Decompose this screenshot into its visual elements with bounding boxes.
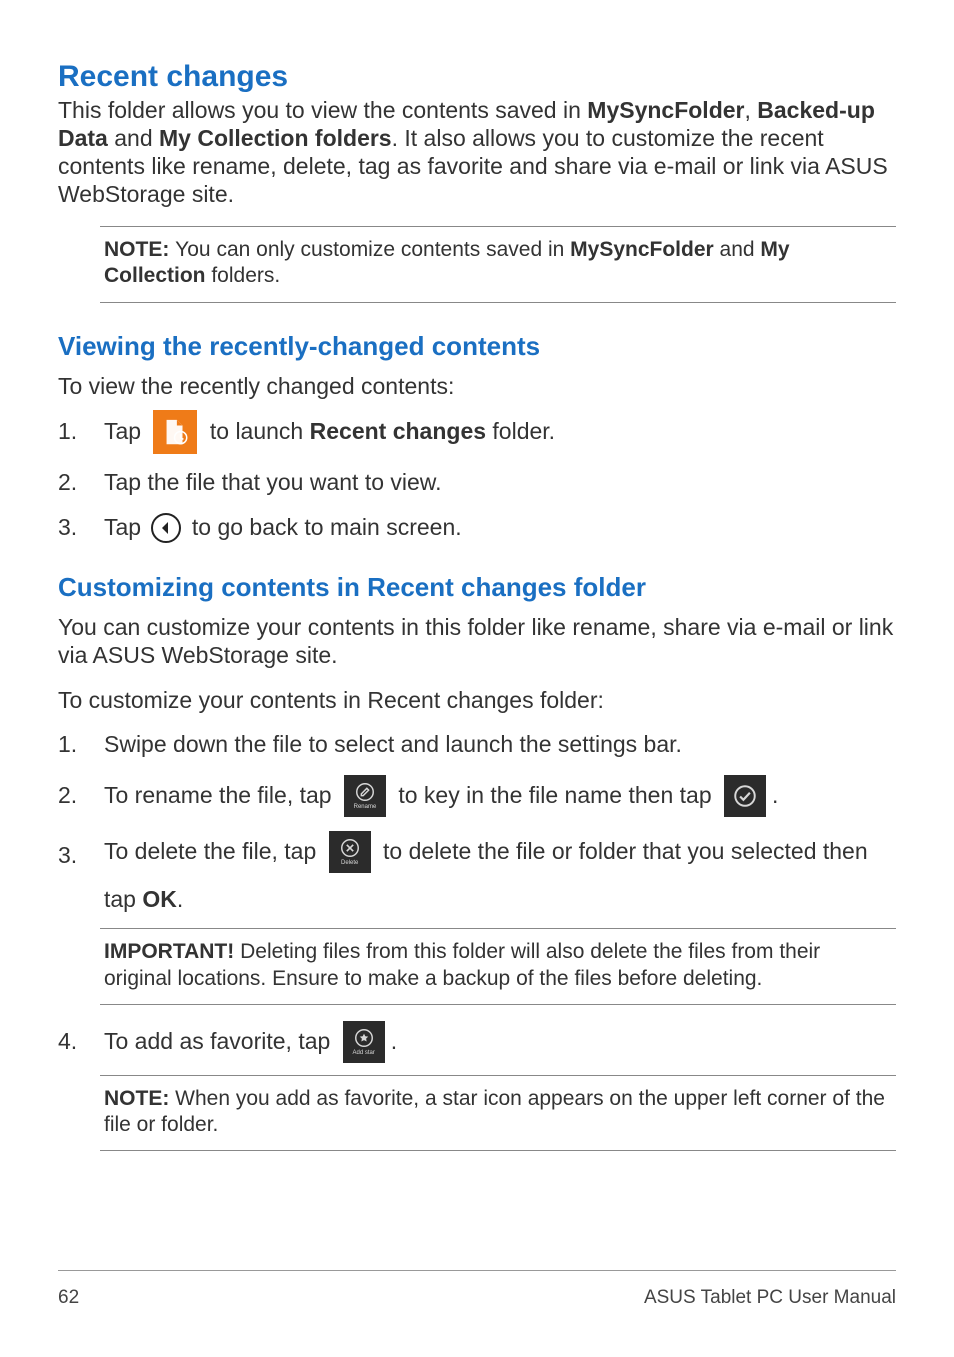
section-heading-recent-changes: Recent changes [58, 60, 896, 94]
text-bold: Recent changes [310, 415, 486, 448]
text: , [745, 97, 758, 123]
delete-icon: Delete [329, 831, 371, 873]
lead-text: You can customize your contents in this … [58, 613, 896, 669]
text-bold: MySyncFolder [587, 97, 744, 123]
text: and [714, 238, 761, 261]
step-item: 3. To delete the file, tap Delete to del… [58, 831, 896, 916]
doc-title: ASUS Tablet PC User Manual [644, 1287, 896, 1309]
text: to delete the file or folder that you se… [377, 835, 874, 868]
note-box: NOTE: You can only customize contents sa… [100, 226, 896, 303]
note-label: NOTE: [104, 1087, 175, 1110]
step-number: 3. [58, 511, 104, 544]
step-item: 1. Tap to launch Recent changes folder. [58, 410, 896, 454]
lead-text: To view the recently changed contents: [58, 372, 896, 400]
step-number: 3. [58, 831, 104, 872]
text: . [391, 1025, 397, 1058]
text: and [108, 125, 159, 151]
text: . [772, 779, 778, 812]
text: folders. [206, 264, 281, 287]
text: to go back to main screen. [185, 511, 461, 544]
add-star-icon: Add star [343, 1021, 385, 1063]
step-text: Tap the file that you want to view. [104, 466, 896, 499]
text-bold: My Collection folders [159, 125, 392, 151]
step-item: 1. Swipe down the file to select and lau… [58, 728, 896, 761]
text: You can only customize contents saved in [175, 238, 570, 261]
step-item: 2. To rename the file, tap Rename to key… [58, 775, 896, 817]
section-heading-customizing: Customizing contents in Recent changes f… [58, 572, 896, 603]
text: When you add as favorite, a star icon ap… [104, 1087, 885, 1136]
step-item: 4. To add as favorite, tap Add star . [58, 1021, 896, 1063]
text: Tap [104, 415, 147, 448]
text: To delete the file, tap [104, 835, 323, 868]
text: To rename the file, tap [104, 779, 338, 812]
step-number: 1. [58, 728, 104, 761]
note-text: NOTE: When you add as favorite, a star i… [104, 1086, 892, 1139]
icon-label: Delete [341, 860, 358, 866]
step-number: 2. [58, 779, 104, 812]
recent-changes-folder-icon [153, 410, 197, 454]
text: This folder allows you to view the conte… [58, 97, 587, 123]
step-text: Swipe down the file to select and launch… [104, 728, 896, 761]
page-number: 62 [58, 1287, 79, 1309]
important-text: IMPORTANT! Deleting files from this fold… [104, 939, 892, 992]
intro-paragraph: This folder allows you to view the conte… [58, 96, 896, 208]
step-item: 3. Tap to go back to main screen. [58, 511, 896, 544]
note-box: NOTE: When you add as favorite, a star i… [100, 1075, 896, 1152]
text: to launch [203, 415, 309, 448]
text-bold: MySyncFolder [570, 238, 714, 261]
confirm-check-icon [724, 775, 766, 817]
text: to key in the file name then tap [392, 779, 718, 812]
step-number: 4. [58, 1025, 104, 1058]
text-bold: OK [142, 886, 177, 912]
step-number: 1. [58, 415, 104, 448]
back-arrow-icon [151, 513, 181, 543]
important-label: IMPORTANT! [104, 940, 240, 963]
icon-label: Add star [353, 1050, 375, 1056]
section-heading-viewing: Viewing the recently-changed contents [58, 331, 896, 362]
lead-text: To customize your contents in Recent cha… [58, 686, 896, 714]
text: To add as favorite, tap [104, 1025, 337, 1058]
note-text: NOTE: You can only customize contents sa… [104, 237, 892, 290]
rename-icon: Rename [344, 775, 386, 817]
note-label: NOTE: [104, 238, 175, 261]
icon-label: Rename [354, 804, 377, 810]
important-box: IMPORTANT! Deleting files from this fold… [100, 928, 896, 1005]
step-item: 2. Tap the file that you want to view. [58, 466, 896, 499]
footer-rule [58, 1270, 896, 1271]
text: tap [104, 886, 142, 912]
text: Tap [104, 511, 147, 544]
text: folder. [486, 415, 555, 448]
text: . [177, 886, 183, 912]
step-number: 2. [58, 466, 104, 499]
